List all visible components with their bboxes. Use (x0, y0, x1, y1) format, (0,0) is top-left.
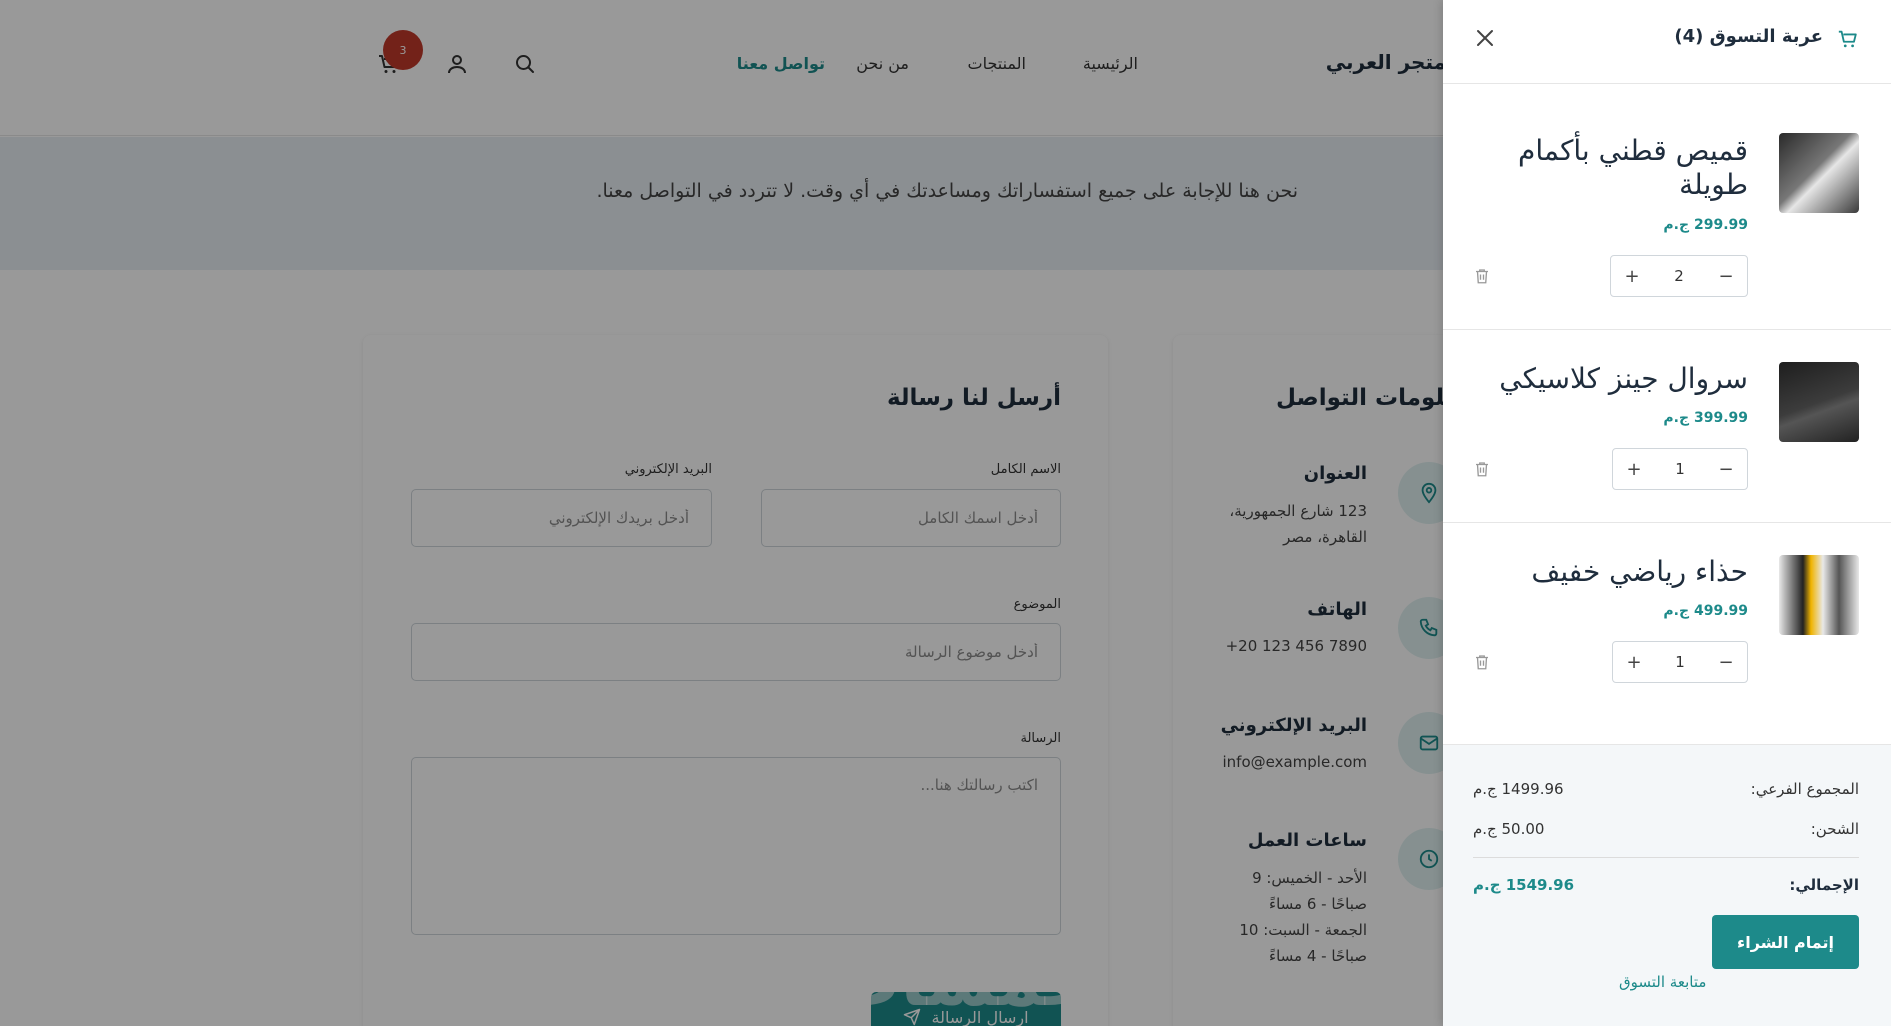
item-name: قميص قطني بأكمام طويلة (1518, 134, 1748, 201)
checkout-button[interactable]: إتمام الشراء (1712, 915, 1859, 969)
product-thumbnail[interactable] (1779, 133, 1859, 213)
product-thumbnail[interactable] (1779, 362, 1859, 442)
shipping-value: 50.00 ج.م (1473, 820, 1545, 838)
continue-shopping-link[interactable]: متابعة التسوق (1619, 973, 1706, 991)
decrease-qty-button[interactable]: − (1715, 651, 1737, 673)
item-name: حذاء رياضي خفيف (1531, 555, 1748, 588)
item-price: 499.99 ج.م (1663, 603, 1748, 619)
quantity-value: 2 (1674, 267, 1684, 285)
cart-title: عربة التسوق (4) (1674, 26, 1823, 47)
modal-overlay[interactable] (0, 0, 1443, 1026)
close-icon[interactable] (1473, 26, 1497, 50)
cart-item: قميص قطني بأكمام طويلة 299.99 ج.م + 2 − (1443, 85, 1891, 330)
quantity-stepper: + 1 − (1612, 448, 1748, 490)
summary-divider (1473, 857, 1859, 858)
item-price: 299.99 ج.م (1663, 217, 1748, 233)
cart-drawer: عربة التسوق (4) قميص قطني بأكمام طويلة 2… (1443, 0, 1891, 1026)
trash-icon[interactable] (1473, 266, 1491, 286)
subtotal-value: 1499.96 ج.م (1473, 780, 1564, 798)
decrease-qty-button[interactable]: − (1715, 265, 1737, 287)
quantity-stepper: + 1 − (1612, 641, 1748, 683)
quantity-value: 1 (1675, 460, 1685, 478)
cart-item: حذاء رياضي خفيف 499.99 ج.م + 1 − (1443, 523, 1891, 744)
item-price: 399.99 ج.م (1663, 410, 1748, 426)
cart-icon (1838, 30, 1857, 48)
product-thumbnail[interactable] (1779, 555, 1859, 635)
subtotal-label: المجموع الفرعي: (1750, 780, 1859, 798)
total-value: 1549.96 ج.م (1473, 876, 1575, 894)
cart-drawer-header: عربة التسوق (4) (1443, 0, 1891, 84)
increase-qty-button[interactable]: + (1623, 458, 1645, 480)
shipping-label: الشحن: (1810, 820, 1859, 838)
item-name: سروال جينز كلاسيكي (1499, 362, 1748, 395)
quantity-stepper: + 2 − (1610, 255, 1748, 297)
trash-icon[interactable] (1473, 652, 1491, 672)
trash-icon[interactable] (1473, 459, 1491, 479)
total-label: الإجمالي: (1789, 876, 1859, 894)
increase-qty-button[interactable]: + (1621, 265, 1643, 287)
quantity-value: 1 (1675, 653, 1685, 671)
increase-qty-button[interactable]: + (1623, 651, 1645, 673)
cart-item: سروال جينز كلاسيكي 399.99 ج.م + 1 − (1443, 330, 1891, 523)
decrease-qty-button[interactable]: − (1715, 458, 1737, 480)
